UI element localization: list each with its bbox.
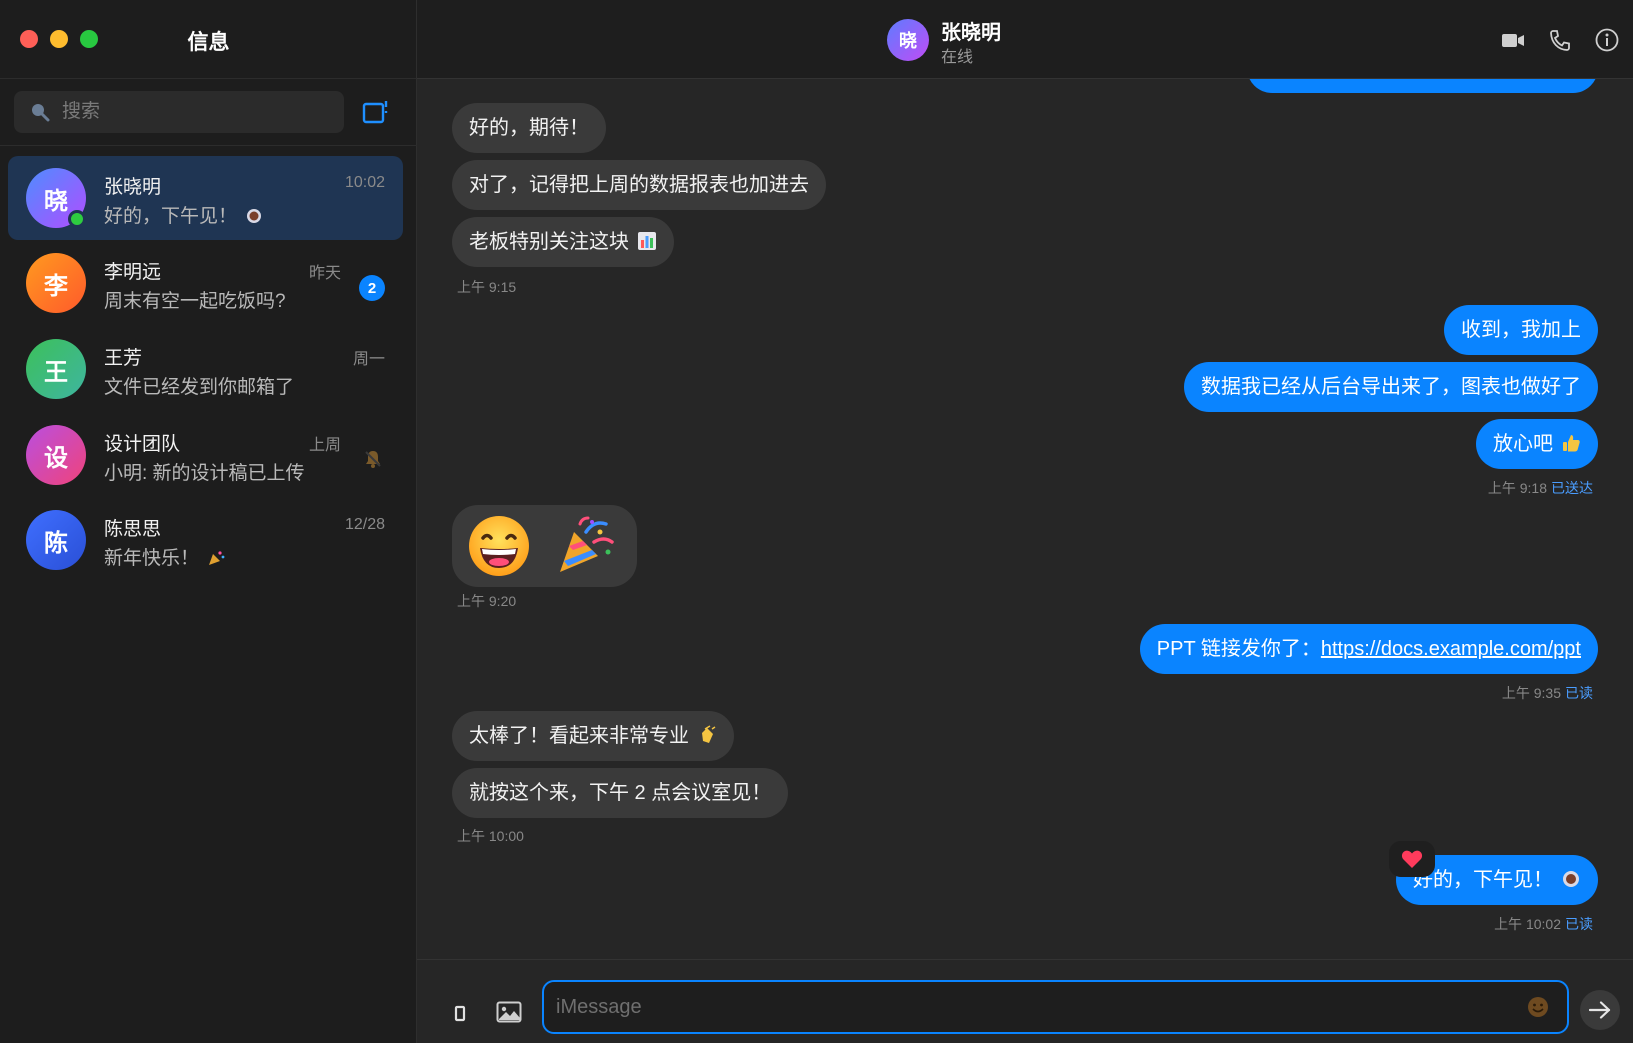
message-timestamp: 上午 10:02 已读 xyxy=(1494,916,1593,932)
incoming-message-bubble[interactable]: 好的，期待！ xyxy=(452,103,606,153)
sidebar-divider xyxy=(0,145,417,146)
message-input[interactable] xyxy=(556,982,1496,1032)
grinning-face-icon xyxy=(469,516,529,576)
conversation-preview: 新年快乐！ xyxy=(104,543,225,570)
conversation-preview: 小明: 新的设计稿已上传 xyxy=(104,463,305,484)
send-arrow-icon xyxy=(1589,1001,1611,1019)
contact-avatar[interactable]: 晓 xyxy=(887,19,929,61)
message-timestamp: 上午 9:20 xyxy=(457,593,517,609)
conversation-time: 昨天 xyxy=(308,265,341,282)
incoming-message-bubble[interactable]: 老板特别关注这块 xyxy=(452,217,674,267)
info-icon[interactable] xyxy=(1594,28,1620,52)
read-status: 已读 xyxy=(1565,916,1593,932)
conversation-name: 王芳 xyxy=(104,348,143,369)
online-indicator xyxy=(68,210,86,228)
contact-status: 在线 xyxy=(941,49,974,66)
outgoing-message-bubble[interactable]: 收到，我加上 xyxy=(1444,305,1598,355)
conversation-preview: 文件已经发到你邮箱了 xyxy=(104,377,295,398)
conversation-name: 张晓明 xyxy=(104,177,162,198)
incoming-message-bubble[interactable]: 就按这个来，下午 2 点会议室见！ xyxy=(452,768,789,818)
conversation-item[interactable]: 王 王芳 文件已经发到你邮箱了 周一 xyxy=(8,327,403,411)
conversation-time: 12/28 xyxy=(344,516,385,533)
search-input[interactable] xyxy=(62,91,332,133)
incoming-message-bubble[interactable]: 太棒了！看起来非常专业 xyxy=(452,711,734,761)
emoji-message-bubble[interactable] xyxy=(452,505,637,587)
chat-header: 晓 张晓明 在线 xyxy=(417,0,1633,79)
phone-icon[interactable] xyxy=(1547,28,1573,52)
avatar: 陈 xyxy=(26,510,86,570)
conversation-item[interactable]: 李 李明远 周末有空一起吃饭吗? 昨天 2 xyxy=(8,241,403,325)
search-box[interactable] xyxy=(14,91,344,133)
bar-chart-icon xyxy=(638,232,656,250)
message-timestamp: 上午 10:00 xyxy=(457,828,524,844)
avatar: 王 xyxy=(26,339,86,399)
message-timestamp: 上午 9:18 已送达 xyxy=(1487,480,1593,496)
contact-name[interactable]: 张晓明 xyxy=(941,16,1001,45)
muted-bell-icon xyxy=(365,451,381,468)
conversation-name: 陈思思 xyxy=(104,519,162,540)
conversation-item[interactable]: 晓 张晓明 好的，下午见！ 10:02 xyxy=(8,156,403,240)
conversation-name: 设计团队 xyxy=(104,434,181,455)
image-icon[interactable] xyxy=(496,1000,522,1024)
compose-icon[interactable] xyxy=(362,99,390,125)
conversation-preview: 好的，下午见！ xyxy=(104,201,263,228)
conversation-name: 李明远 xyxy=(104,262,162,283)
conversation-time: 周一 xyxy=(352,351,385,368)
message-timestamp: 上午 9:35 已读 xyxy=(1501,685,1593,701)
party-popper-icon xyxy=(209,551,225,565)
chat-pane: 晓 张晓明 在线 好的，期待！ 对了，记得把上周的数据报表也加进去 老板特别关注… xyxy=(417,0,1633,1043)
thumbs-up-icon xyxy=(1563,435,1580,452)
conversation-time: 上周 xyxy=(308,437,341,454)
message-timestamp: 上午 9:15 xyxy=(457,279,517,295)
heart-reaction[interactable] xyxy=(1389,841,1435,877)
conversation-item[interactable]: 设 设计团队 小明: 新的设计稿已上传 上周 xyxy=(8,413,403,497)
conversation-item[interactable]: 陈 陈思思 新年快乐！ 12/28 xyxy=(8,498,403,582)
send-button[interactable] xyxy=(1580,990,1620,1030)
party-popper-icon xyxy=(560,516,614,572)
attachment-icon[interactable] xyxy=(453,1002,467,1024)
emoji-picker-icon[interactable] xyxy=(1527,996,1549,1018)
sidebar: 信息 晓 张晓明 好的，下午见！ 10:02 李 李明远 周末有空一起吃饭吗? … xyxy=(0,0,417,1043)
sidebar-title: 信息 xyxy=(187,31,230,54)
message-input-container[interactable] xyxy=(542,980,1569,1034)
search-icon xyxy=(32,104,50,122)
conversation-time: 10:02 xyxy=(344,174,385,191)
incoming-message-bubble[interactable]: 对了，记得把上周的数据报表也加进去 xyxy=(452,160,826,210)
outgoing-message-bubble[interactable]: 放心吧 xyxy=(1476,419,1598,469)
message-link[interactable]: https://docs.example.com/ppt xyxy=(1321,638,1581,660)
video-call-icon[interactable] xyxy=(1500,28,1526,52)
delivery-status: 已送达 xyxy=(1551,480,1593,496)
avatar: 李 xyxy=(26,253,86,313)
outgoing-message-bubble[interactable] xyxy=(1247,79,1598,93)
avatar: 设 xyxy=(26,425,86,485)
coffee-icon xyxy=(1563,871,1579,887)
sidebar-header: 信息 xyxy=(0,0,417,79)
read-status: 已读 xyxy=(1565,685,1593,701)
composer xyxy=(417,959,1633,1043)
coffee-icon xyxy=(247,209,262,223)
conversation-preview: 周末有空一起吃饭吗? xyxy=(104,291,286,312)
message-list[interactable]: 好的，期待！ 对了，记得把上周的数据报表也加进去 老板特别关注这块 上午 9:1… xyxy=(417,79,1633,959)
outgoing-message-bubble[interactable]: 数据我已经从后台导出来了，图表也做好了 xyxy=(1184,362,1598,412)
clapping-hands-icon xyxy=(702,725,716,743)
unread-badge: 2 xyxy=(359,275,385,301)
outgoing-message-bubble[interactable]: PPT 链接发你了：https://docs.example.com/ppt xyxy=(1139,624,1598,674)
heart-icon xyxy=(1401,850,1423,868)
